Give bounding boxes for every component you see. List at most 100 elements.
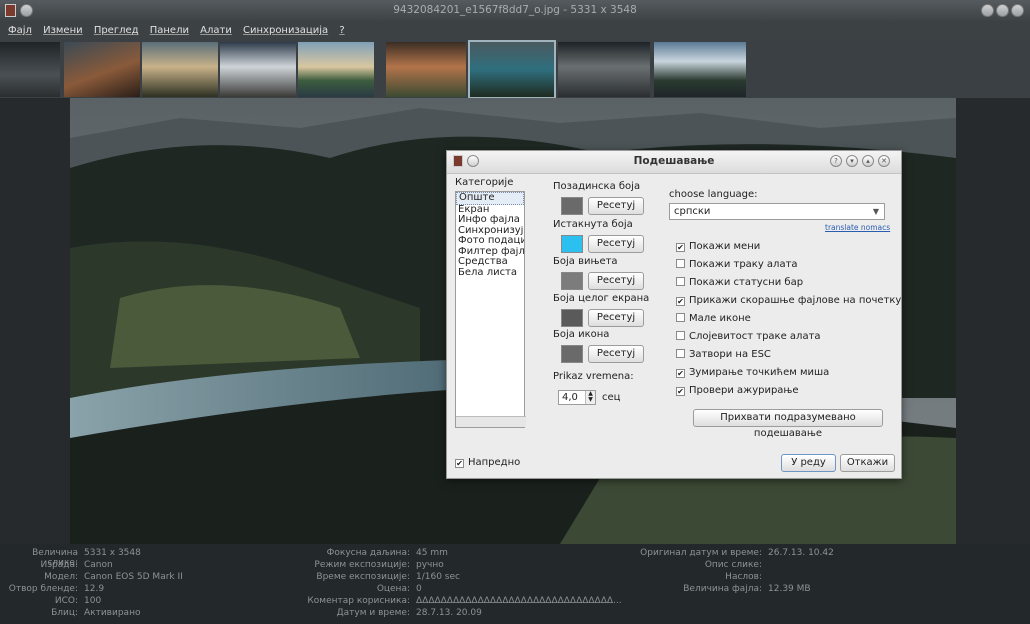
category-item[interactable]: Опште	[456, 192, 524, 205]
checkbox-box[interactable]	[676, 313, 685, 322]
cancel-button[interactable]: Откажи	[840, 454, 895, 472]
language-select[interactable]: српски ▼	[669, 203, 885, 220]
maximize-icon[interactable]: ▴	[862, 155, 874, 167]
color-swatch[interactable]	[561, 235, 583, 253]
color-label: Истакнута боја	[553, 219, 633, 230]
option-label: Мале иконе	[689, 313, 751, 324]
option-label: Покажи мени	[689, 241, 761, 252]
thumbnail-selected[interactable]	[468, 40, 556, 99]
color-label: Боја вињета	[553, 256, 618, 267]
thumbnail[interactable]	[220, 42, 296, 97]
option-checkbox[interactable]: ✔ Провери ажурирање	[676, 385, 799, 396]
time-value: 4,0	[562, 392, 578, 403]
option-label: Затвори на ESC	[689, 349, 771, 360]
menu-edit[interactable]: Измени	[43, 25, 83, 36]
option-checkbox[interactable]: ✔ Зумирање точкићем миша	[676, 367, 829, 378]
checkbox-box[interactable]	[676, 277, 685, 286]
reset-button[interactable]: Ресетуј	[588, 235, 644, 253]
advanced-label: Напредно	[468, 457, 521, 468]
info-key: Модел:	[44, 572, 78, 582]
info-value: ΔΔΔΔΔΔΔΔΔΔΔΔΔΔΔΔΔΔΔΔΔΔΔΔΔΔΔΔΔΔΔΔ...	[416, 596, 622, 606]
category-item[interactable]: Бела листа	[456, 268, 524, 279]
checkbox-box[interactable]	[676, 331, 685, 340]
color-swatch[interactable]	[561, 345, 583, 363]
checkbox-box[interactable]: ✔	[676, 387, 685, 396]
window-title: 9432084201_e1567f8dd7_o.jpg - 5331 x 354…	[393, 4, 637, 16]
category-item[interactable]: Фото подаци	[456, 236, 524, 247]
maximize-button[interactable]	[996, 4, 1009, 17]
option-checkbox[interactable]: ✔ Покажи мени	[676, 241, 760, 252]
preferences-dialog: Подешавање ? ▾ ▴ ✕ Категорије Опште Екра…	[446, 150, 902, 479]
info-key: Оригинал датум и време:	[640, 548, 762, 558]
color-swatch[interactable]	[561, 197, 583, 215]
info-key: Коментар корисника:	[307, 596, 410, 606]
ok-button[interactable]: У реду	[781, 454, 836, 472]
menu-view[interactable]: Преглед	[94, 25, 139, 36]
thumbnail[interactable]	[386, 42, 466, 97]
category-item[interactable]: Синхронизуј	[456, 226, 524, 237]
option-checkbox[interactable]: Покажи статусни бар	[676, 277, 803, 288]
info-value: 28.7.13. 20.09	[416, 608, 482, 618]
time-spinbox[interactable]: 4,0 ▲ ▼	[558, 390, 596, 405]
category-item[interactable]: Екран	[456, 205, 524, 216]
checkbox-box[interactable]: ✔	[676, 243, 685, 252]
checkbox-box[interactable]: ✔	[455, 459, 464, 468]
info-key: Фокусна даљина:	[326, 548, 410, 558]
language-label: choose language:	[669, 189, 758, 200]
category-item[interactable]: Инфо фајла	[456, 215, 524, 226]
menubar: Фајл Измени Преглед Панели Алати Синхрон…	[0, 22, 1030, 39]
time-label: Prikaz vremena:	[553, 371, 634, 382]
help-icon[interactable]: ?	[830, 155, 842, 167]
checkbox-box[interactable]: ✔	[676, 369, 685, 378]
minimize-button[interactable]	[981, 4, 994, 17]
checkbox-box[interactable]: ✔	[676, 297, 685, 306]
thumbnail[interactable]	[0, 42, 60, 97]
translate-link[interactable]: translate nomacs	[825, 223, 890, 232]
menu-tools[interactable]: Алати	[200, 25, 232, 36]
categories-list[interactable]: Опште Екран Инфо фајла Синхронизуј Фото …	[455, 191, 526, 428]
option-checkbox[interactable]: ✔ Прикажи скорашње фајлове на почетку	[676, 295, 901, 306]
time-unit: сец	[602, 392, 621, 403]
advanced-checkbox[interactable]: ✔ Напредно	[455, 457, 520, 468]
option-checkbox[interactable]: Слојевитост траке алата	[676, 331, 821, 342]
info-value: 12.9	[84, 584, 105, 594]
info-key: Опис слике:	[704, 560, 762, 570]
category-item[interactable]: Средства	[456, 257, 524, 268]
spin-arrows-icon[interactable]: ▲ ▼	[585, 391, 595, 404]
reset-button[interactable]: Ресетуј	[588, 309, 644, 327]
option-checkbox[interactable]: Затвори на ESC	[676, 349, 771, 360]
thumbnail[interactable]	[142, 42, 218, 97]
info-key: Блиц:	[51, 608, 78, 618]
thumbnail[interactable]	[64, 42, 140, 97]
reset-button[interactable]: Ресетуј	[588, 272, 644, 290]
info-key: Израда:	[40, 560, 78, 570]
info-value: 1/160 sec	[416, 572, 460, 582]
menu-file[interactable]: Фајл	[8, 25, 32, 36]
category-item[interactable]: Филтер фајло	[456, 247, 524, 258]
thumbnail[interactable]	[298, 42, 374, 97]
thumbnail[interactable]	[558, 42, 650, 97]
info-key: Оцена:	[376, 584, 410, 594]
thumbnail[interactable]	[654, 42, 746, 97]
info-key: Величина фајла:	[683, 584, 762, 594]
reset-button[interactable]: Ресетуј	[588, 345, 644, 363]
close-icon[interactable]: ✕	[878, 155, 890, 167]
horizontal-scrollbar[interactable]	[456, 416, 526, 427]
option-checkbox[interactable]: Мале иконе	[676, 313, 751, 324]
info-value: 5331 x 3548	[84, 548, 141, 558]
checkbox-box[interactable]	[676, 349, 685, 358]
checkbox-box[interactable]	[676, 259, 685, 268]
option-checkbox[interactable]: Покажи траку алата	[676, 259, 798, 270]
accept-defaults-button[interactable]: Прихвати подразумевано подешавање	[693, 409, 883, 439]
minimize-icon[interactable]: ▾	[846, 155, 858, 167]
color-swatch[interactable]	[561, 272, 583, 290]
color-swatch[interactable]	[561, 309, 583, 327]
thumbnail-strip	[0, 39, 1030, 99]
option-label: Покажи статусни бар	[689, 277, 804, 288]
close-button[interactable]	[1011, 4, 1024, 17]
reset-button[interactable]: Ресетуј	[588, 197, 644, 215]
menu-sync[interactable]: Синхронизација	[243, 25, 328, 36]
menu-panels[interactable]: Панели	[150, 25, 189, 36]
language-value: српски	[674, 206, 711, 217]
menu-help[interactable]: ?	[339, 25, 344, 36]
